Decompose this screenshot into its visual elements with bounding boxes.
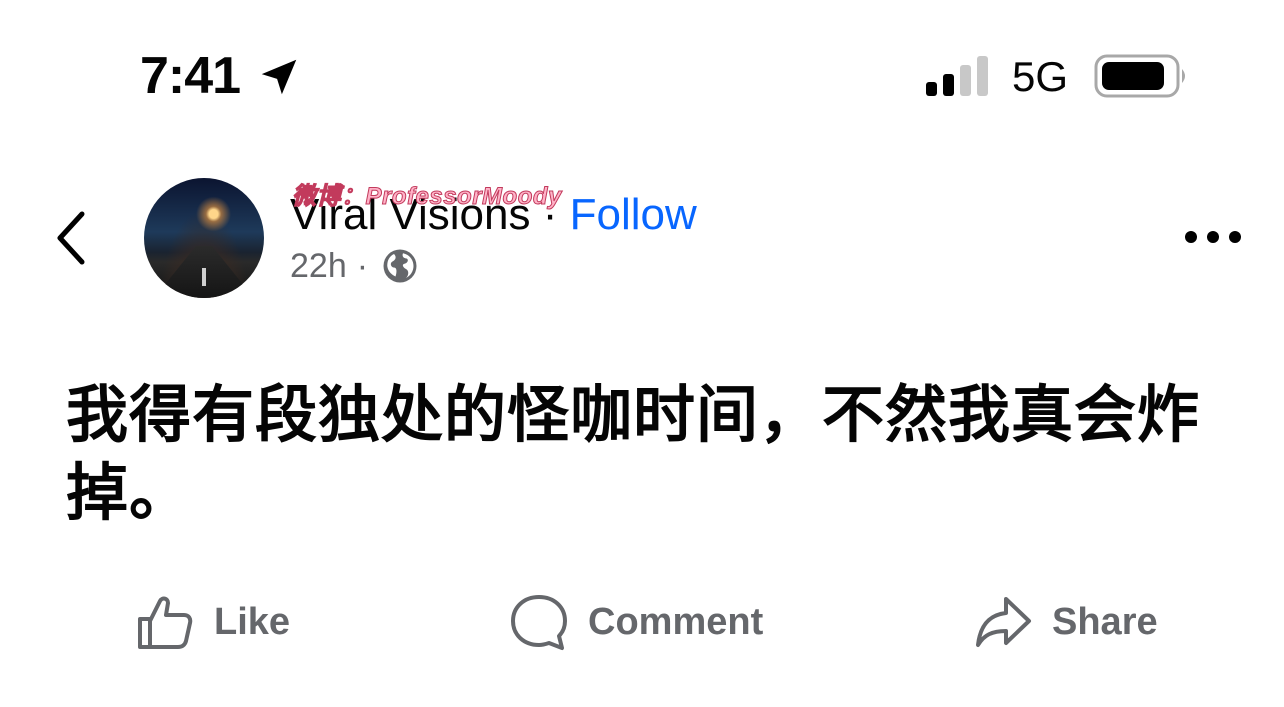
status-time: 7:41	[140, 47, 241, 105]
follow-button[interactable]: Follow	[570, 190, 697, 239]
post-meta: 22h ·	[290, 246, 418, 286]
back-chevron-icon[interactable]	[52, 208, 92, 268]
watermark-text: 微博：ProfessorMoody	[292, 183, 562, 211]
thumbs-up-icon	[138, 596, 193, 649]
signal-bars-icon	[926, 56, 988, 96]
meta-separator: ·	[356, 247, 369, 285]
network-type: 5G	[1012, 53, 1069, 100]
share-label: Share	[1052, 600, 1158, 643]
author-avatar[interactable]	[144, 178, 264, 298]
more-options-icon[interactable]	[1184, 228, 1242, 246]
share-button[interactable]: Share	[974, 590, 1158, 654]
share-arrow-icon	[976, 597, 1031, 647]
location-arrow-icon	[261, 59, 297, 95]
post-text: 我得有段独处的怪咖时间，不然我真会炸掉。	[66, 378, 1201, 529]
like-button[interactable]: Like	[136, 590, 290, 654]
post-time[interactable]: 22h	[290, 246, 347, 286]
like-label: Like	[214, 600, 291, 643]
globe-icon	[383, 249, 417, 283]
battery-icon	[1094, 54, 1185, 98]
comment-button[interactable]: Comment	[510, 590, 763, 654]
comment-bubble-icon	[511, 595, 567, 650]
comment-label: Comment	[588, 600, 764, 643]
